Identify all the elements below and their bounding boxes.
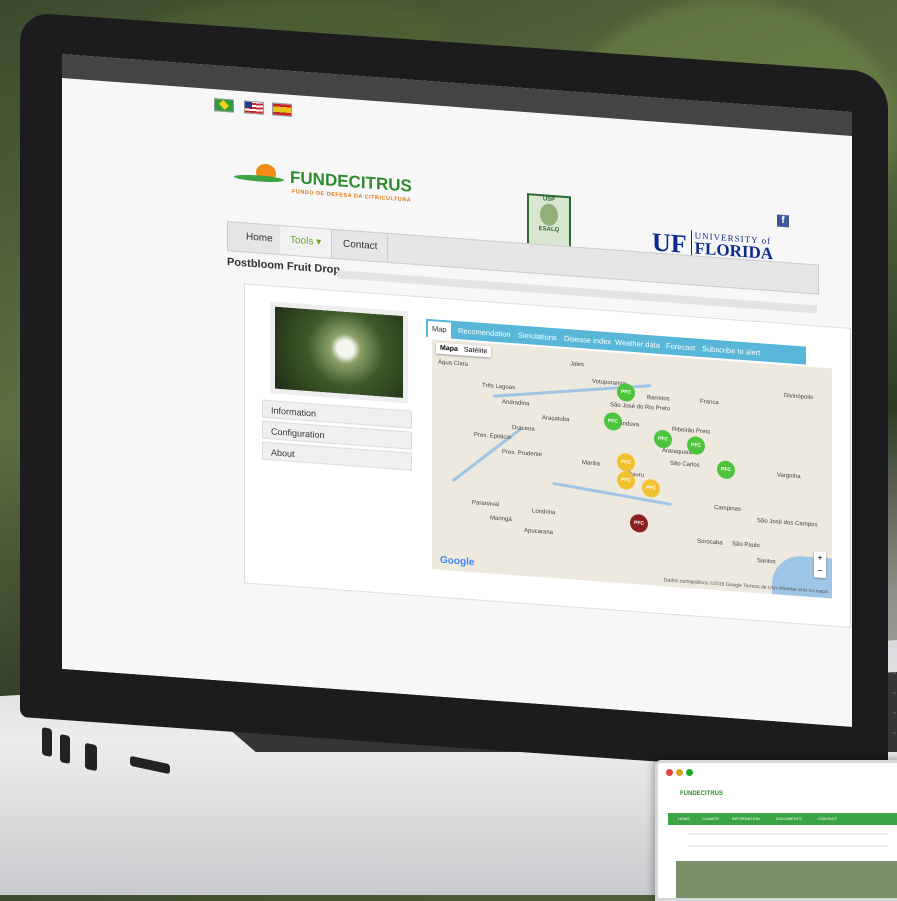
map-label: Barretos: [647, 394, 670, 403]
mini-nav-item: DOCUMENTS: [776, 816, 802, 821]
nav-contact[interactable]: Contact: [333, 230, 388, 262]
mini-nav-item: CONTACT: [818, 816, 838, 821]
zoom-in-button[interactable]: +: [814, 551, 826, 565]
map-label: Maringá: [490, 515, 512, 524]
map-type-control[interactable]: Mapa Satélite: [436, 342, 491, 357]
map-label: Paranavaí: [472, 500, 500, 509]
mini-nav: HOME CLIMATE INFORMATION DOCUMENTS CONTA…: [668, 813, 897, 825]
leaf-icon: [234, 174, 284, 184]
laptop-port: [42, 726, 52, 758]
map-label: Pres. Epitácio: [474, 432, 512, 441]
facebook-icon[interactable]: f: [777, 215, 789, 228]
zoom-out-button[interactable]: −: [814, 564, 826, 578]
brazil-flag-icon[interactable]: [214, 98, 234, 112]
mini-logo: FUNDECITRUS: [680, 791, 723, 797]
mini-nav-item: HOME: [678, 816, 690, 821]
mini-form: [688, 833, 888, 857]
esalq-emblem-icon: [540, 203, 558, 226]
map-marker[interactable]: PFC: [617, 471, 635, 490]
map-marker[interactable]: PFC: [604, 412, 622, 431]
tab-map[interactable]: Map: [428, 321, 451, 339]
map-label: Apucarana: [524, 527, 554, 537]
minimize-window-icon: [676, 769, 683, 776]
mini-nav-item: CLIMATE: [702, 816, 720, 821]
nav-tools[interactable]: Tools ▾: [280, 226, 332, 258]
map-label: Água Clara: [438, 359, 469, 368]
map-marker[interactable]: PFC: [642, 479, 660, 498]
map-label: São Carlos: [670, 460, 700, 469]
map[interactable]: Mapa Satélite Água Clara Jales Votuporan…: [432, 339, 832, 598]
map-type-satellite[interactable]: Satélite: [464, 347, 487, 356]
map-label: Sorocaba: [697, 538, 723, 547]
map-label: Ribeirão Preto: [672, 426, 711, 436]
secondary-device-screen: FUNDECITRUS HOME CLIMATE INFORMATION DOC…: [655, 760, 897, 901]
laptop-port: [60, 733, 70, 765]
flower-photo: [270, 301, 408, 403]
laptop-port: [85, 742, 97, 772]
mini-nav-item: INFORMATION: [732, 816, 760, 821]
map-marker[interactable]: PFC: [717, 460, 735, 479]
zoom-control[interactable]: + −: [814, 551, 826, 578]
map-label: Santos: [757, 558, 776, 566]
page-title: Postbloom Fruit Drop: [227, 256, 341, 277]
map-label: Jales: [570, 361, 585, 369]
map-label: Franca: [700, 398, 719, 407]
close-window-icon: [666, 769, 673, 776]
map-marker[interactable]: PFC: [617, 383, 635, 402]
map-label: São Paulo: [732, 541, 760, 550]
map-label: Campinas: [714, 504, 742, 513]
esalq-name: ESALQ: [538, 226, 560, 234]
tab-forecast[interactable]: Forecast: [662, 338, 699, 357]
map-label: Três Lagoas: [482, 382, 516, 392]
map-label: Varginha: [777, 472, 801, 481]
map-label: Pres. Prudente: [502, 449, 543, 459]
spain-flag-icon[interactable]: [272, 102, 292, 116]
map-marker[interactable]: PFC: [654, 429, 672, 448]
map-label: São José dos Campos: [757, 518, 818, 529]
mini-map: [676, 861, 897, 898]
map-label: Divinópolis: [784, 393, 814, 402]
map-marker[interactable]: PFC: [687, 436, 705, 455]
map-label: Londrina: [532, 508, 556, 517]
nav-home[interactable]: Home: [236, 223, 284, 255]
tab-simulations[interactable]: Simulations: [514, 327, 561, 346]
map-label: Marília: [582, 460, 601, 468]
google-logo: Google: [440, 554, 475, 569]
maximize-window-icon: [686, 769, 693, 776]
esalq-logo: USP ESALQ: [527, 193, 571, 250]
map-label: São José do Rio Preto: [610, 402, 671, 413]
map-marker[interactable]: PFC: [630, 514, 648, 533]
fundecitrus-logo: FUNDECITRUS FUNDO DE DEFESA DA CITRICULT…: [234, 162, 434, 221]
map-type-mapa[interactable]: Mapa: [440, 345, 458, 353]
map-label: Andradina: [502, 399, 530, 408]
map-label: Araçatuba: [542, 415, 570, 424]
browser-screen: FUNDECITRUS FUNDO DE DEFESA DA CITRICULT…: [62, 54, 852, 727]
usa-flag-icon[interactable]: [244, 100, 264, 114]
map-marker[interactable]: PFC: [617, 453, 635, 472]
